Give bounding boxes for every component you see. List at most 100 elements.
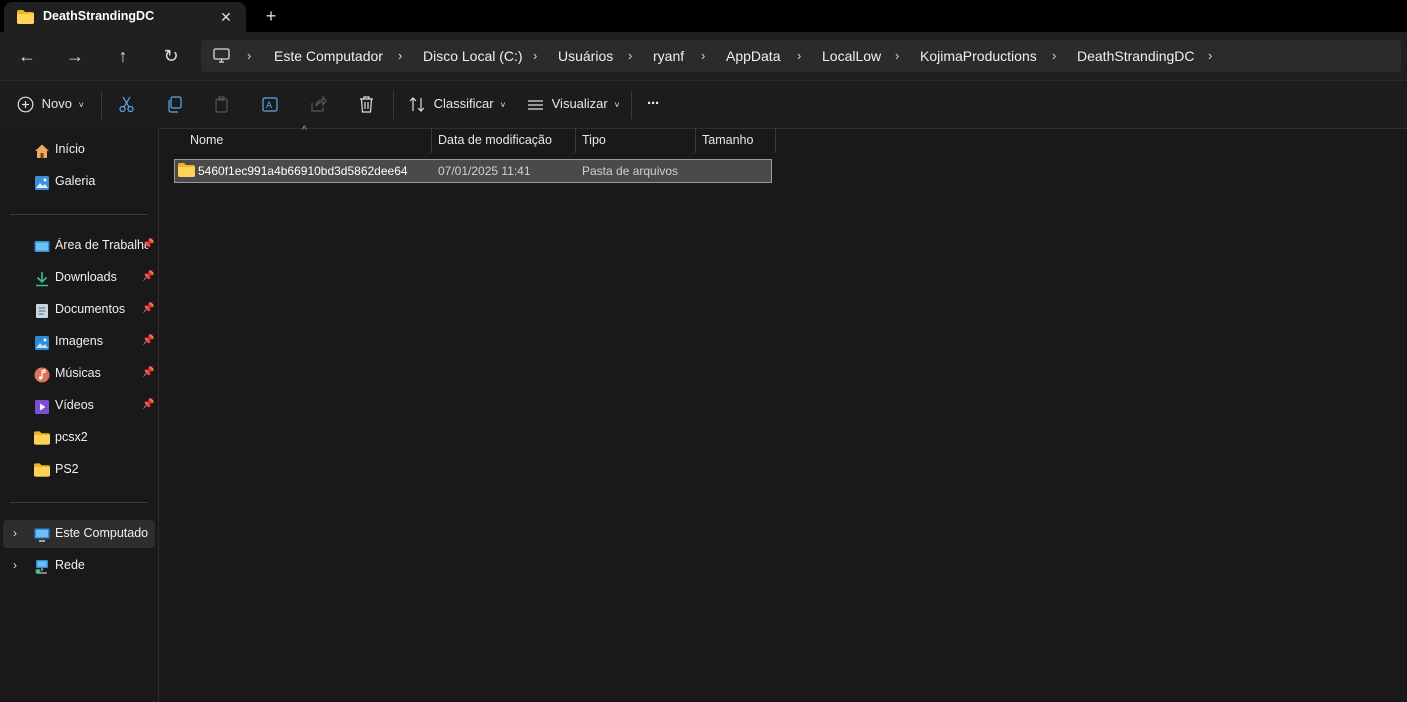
pictures-icon [34, 335, 50, 351]
table-row[interactable]: 5460f1ec991a4b66910bd3d5862dee64 07/01/2… [174, 159, 772, 183]
sidebar-item-label: Downloads [55, 270, 117, 284]
sort-label: Classificar [433, 96, 494, 111]
list-view-icon [527, 96, 544, 111]
scissors-icon [118, 96, 135, 113]
breadcrumb-deathstrandingdc[interactable]: DeathStrandingDC [1077, 48, 1195, 64]
breadcrumb-locallow[interactable]: LocalLow [822, 48, 881, 64]
rename-button[interactable]: A [262, 92, 280, 116]
network-icon [34, 559, 50, 575]
paste-button[interactable] [214, 92, 231, 116]
pin-icon: 📌 [142, 303, 155, 314]
sidebar-item-label: Este Computador [55, 526, 148, 540]
sort-arrows-icon [409, 96, 426, 112]
sidebar-divider [10, 502, 148, 503]
share-icon [310, 95, 327, 112]
sidebar-item-label: Vídeos [55, 398, 94, 412]
divider [393, 91, 394, 119]
divider [101, 91, 102, 119]
file-date: 07/01/2025 11:41 [438, 164, 531, 178]
sidebar-item-documentos[interactable]: Documentos 📌 [3, 296, 155, 324]
breadcrumb-disco-local[interactable]: Disco Local (C:) [423, 48, 523, 64]
svg-text:A: A [266, 101, 273, 111]
music-icon [34, 367, 50, 383]
chevron-right-icon[interactable]: › [13, 526, 17, 540]
more-options-icon[interactable]: ··· [647, 92, 660, 116]
desktop-icon [34, 239, 50, 255]
sort-button[interactable]: Classificar ˅ [409, 92, 505, 116]
column-divider[interactable] [431, 128, 432, 153]
sidebar-item-label: Músicas [55, 366, 101, 380]
breadcrumb-kojimaproductions[interactable]: KojimaProductions [920, 48, 1037, 64]
chevron-right-icon[interactable]: › [13, 558, 17, 572]
chevron-down-icon: ˅ [614, 100, 620, 110]
sidebar-item-videos[interactable]: Vídeos 📌 [3, 392, 155, 420]
breadcrumb-ryanf[interactable]: ryanf [653, 48, 684, 64]
computer-icon [34, 527, 50, 543]
sort-ascending-icon: ^ [302, 125, 307, 136]
share-button[interactable] [310, 92, 327, 116]
view-button[interactable]: Visualizar ˅ [527, 92, 620, 116]
folder-icon [17, 10, 34, 27]
tab-title: DeathStrandingDC [43, 9, 155, 23]
copy-button[interactable] [166, 92, 183, 116]
column-header-name[interactable]: Nome [190, 128, 223, 153]
folder-icon [34, 463, 50, 479]
document-icon [34, 303, 50, 319]
back-arrow-icon[interactable]: ← [15, 44, 39, 68]
cut-button[interactable] [118, 92, 135, 116]
breadcrumb-expand-chevron[interactable]: › [1208, 48, 1212, 63]
new-button[interactable]: Novo ˅ [17, 92, 84, 116]
sidebar-item-downloads[interactable]: Downloads 📌 [3, 264, 155, 292]
sidebar-item-label: Imagens [55, 334, 103, 348]
refresh-icon[interactable]: ↻ [159, 44, 183, 68]
sidebar-item-galeria[interactable]: Galeria [3, 168, 155, 196]
breadcrumb-este-computador[interactable]: Este Computador [274, 48, 383, 64]
chevron-down-icon: ˅ [500, 100, 506, 110]
delete-button[interactable] [358, 92, 375, 116]
close-tab-icon[interactable]: ✕ [216, 7, 236, 27]
up-arrow-icon[interactable]: ↑ [111, 44, 135, 68]
breadcrumb-separator: › [398, 48, 403, 63]
breadcrumb-separator: › [895, 48, 900, 63]
home-icon [34, 143, 50, 159]
column-header-size[interactable]: Tamanho [702, 128, 753, 153]
navigation-pane: Início Galeria Área de Trabalho 📌 Downlo… [0, 128, 159, 702]
new-label: Novo [41, 96, 72, 111]
download-icon [34, 271, 50, 287]
video-icon [34, 399, 50, 415]
pin-icon: 📌 [142, 335, 155, 346]
column-divider[interactable] [575, 128, 576, 153]
sidebar-item-pcsx2[interactable]: pcsx2 [3, 424, 155, 452]
column-header-type[interactable]: Tipo [582, 128, 606, 153]
sidebar-item-imagens[interactable]: Imagens 📌 [3, 328, 155, 356]
breadcrumb-separator: › [533, 48, 538, 63]
column-divider[interactable] [695, 128, 696, 153]
rename-icon: A [262, 96, 280, 112]
sidebar-item-musicas[interactable]: Músicas 📌 [3, 360, 155, 388]
breadcrumb-usuarios[interactable]: Usuários [558, 48, 613, 64]
folder-icon [34, 431, 50, 447]
sidebar-item-area-de-trabalho[interactable]: Área de Trabalho 📌 [3, 232, 155, 260]
sidebar-item-inicio[interactable]: Início [3, 136, 155, 164]
sidebar-item-label: Rede [55, 558, 85, 572]
new-tab-button[interactable]: + [261, 6, 281, 26]
sidebar-item-label: Documentos [55, 302, 126, 316]
trash-icon [358, 96, 375, 113]
file-type: Pasta de arquivos [582, 164, 679, 178]
forward-arrow-icon[interactable]: → [63, 44, 87, 68]
gallery-icon [34, 175, 50, 191]
pin-icon: 📌 [142, 239, 155, 250]
sidebar-item-este-computador[interactable]: › Este Computador [3, 520, 155, 548]
sidebar-divider [10, 214, 148, 215]
sidebar-item-label: Galeria [55, 174, 96, 188]
breadcrumb-separator: › [247, 48, 252, 63]
column-divider[interactable] [775, 128, 776, 153]
command-bar: Novo ˅ A Classificar ˅ Visualizar ˅ ··· [0, 80, 1407, 129]
breadcrumb-appdata[interactable]: AppData [726, 48, 780, 64]
address-bar[interactable]: › Este Computador › Disco Local (C:) › U… [201, 40, 1401, 72]
view-label: Visualizar [551, 96, 608, 111]
sidebar-item-rede[interactable]: › Rede [3, 552, 155, 580]
sidebar-item-ps2[interactable]: PS2 [3, 456, 155, 484]
column-header-date[interactable]: Data de modificação [438, 128, 552, 153]
tab-deathstranding[interactable]: DeathStrandingDC ✕ [4, 2, 246, 32]
